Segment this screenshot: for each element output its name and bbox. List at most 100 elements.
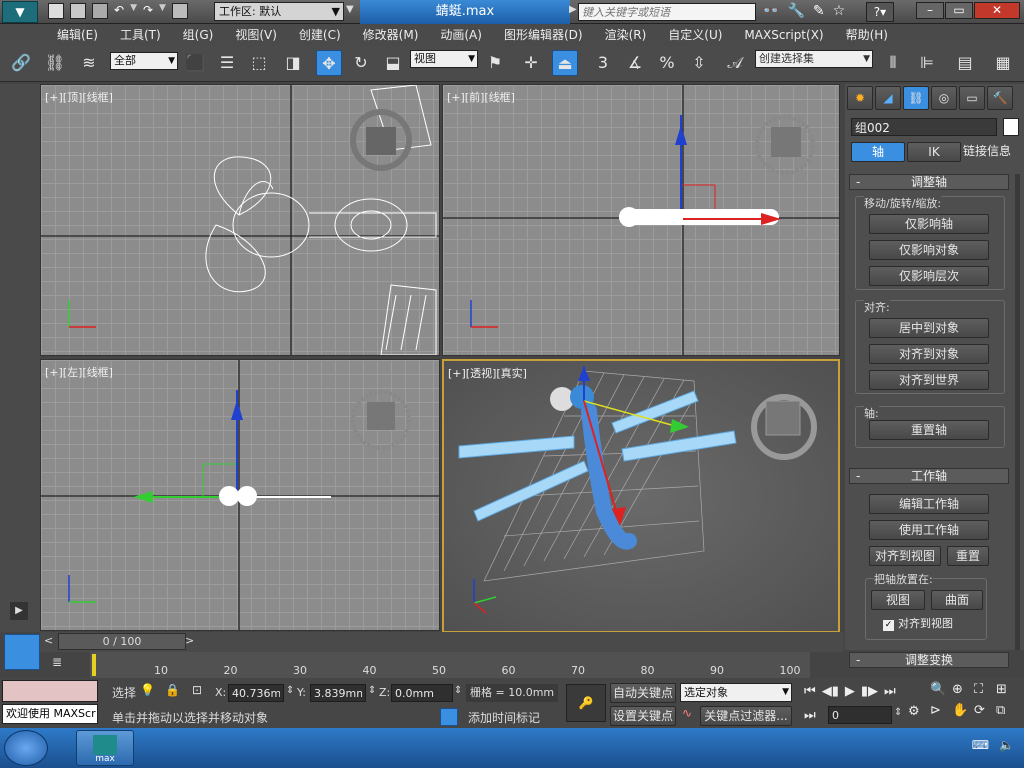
zoom-extents-all-icon[interactable]: ⊞: [996, 682, 1018, 697]
edit-working-pivot-button[interactable]: 编辑工作轴: [869, 494, 989, 514]
maximize-button[interactable]: ▭: [945, 2, 973, 19]
viewport-left[interactable]: [+][左][线框]: [40, 359, 440, 631]
align-icon[interactable]: ⊫: [914, 50, 940, 76]
undo-icon[interactable]: ↶: [114, 3, 124, 19]
align-to-object-button[interactable]: 对齐到对象: [869, 344, 989, 364]
menu-item[interactable]: 渲染(R): [594, 27, 658, 43]
layer-manager-icon[interactable]: ▤: [952, 50, 978, 76]
search-expand-icon[interactable]: ▶: [569, 4, 577, 15]
undo-dropdown-icon[interactable]: ▼: [130, 3, 137, 19]
keyboard-shortcut-override-icon[interactable]: ⏏: [552, 50, 578, 76]
checkbox-checked-icon[interactable]: ✓: [883, 620, 894, 631]
graphite-icon[interactable]: ▦: [990, 50, 1016, 76]
next-frame-icon[interactable]: >: [185, 634, 194, 647]
quick-access-dropdown-icon[interactable]: ▼: [346, 4, 354, 15]
unlink-icon[interactable]: ⛓: [42, 50, 68, 76]
lock-icon[interactable]: 🔒: [165, 683, 180, 697]
link-info-tab[interactable]: 链接信息: [963, 142, 1023, 162]
search-input[interactable]: [578, 3, 756, 21]
track-bar[interactable]: 10 20 30 40 50 60 70 80 90 100: [90, 652, 810, 678]
curve-editor-icon[interactable]: ≣: [52, 655, 72, 673]
affect-hierarchy-only-button[interactable]: 仅影响层次: [869, 266, 989, 286]
object-name-field[interactable]: 组002: [851, 118, 997, 136]
menu-item[interactable]: 编辑(E): [46, 27, 109, 43]
time-config-icon[interactable]: ⚙: [908, 704, 920, 719]
maxscript-listener[interactable]: [2, 680, 98, 702]
viewport-top[interactable]: [+][顶][线框]: [40, 84, 440, 356]
use-working-pivot-button[interactable]: 使用工作轴: [869, 520, 989, 540]
bind-spacewarp-icon[interactable]: ≋: [76, 50, 102, 76]
place-surface-button[interactable]: 曲面: [931, 590, 983, 610]
project-folder-icon[interactable]: [171, 3, 188, 19]
binoculars-icon[interactable]: 👓: [762, 3, 779, 19]
zoom-icon[interactable]: 🔍: [930, 682, 952, 697]
play-icon[interactable]: ▶: [845, 684, 855, 699]
time-slider-thumb[interactable]: 0 / 100: [58, 633, 186, 650]
key-filters-button[interactable]: 关键点过滤器...: [700, 706, 792, 726]
y-coordinate-input[interactable]: [310, 684, 366, 702]
frame-spinner-icon[interactable]: ⇕: [894, 707, 902, 718]
selection-filter-dropdown[interactable]: 全部 ▼: [110, 52, 178, 70]
workspace-dropdown[interactable]: 工作区: 默认 ▼: [214, 2, 344, 21]
app-logo[interactable]: ▼: [2, 1, 38, 23]
auto-key-button[interactable]: 自动关键点: [610, 683, 676, 703]
menu-item[interactable]: 创建(C): [288, 27, 352, 43]
panel-scrollbar[interactable]: [1015, 174, 1020, 650]
mirror-icon[interactable]: ⫴: [880, 50, 906, 76]
star-icon[interactable]: ☆: [833, 3, 846, 19]
reset-button[interactable]: 重置: [947, 546, 989, 566]
adjust-transform-rollout[interactable]: - 调整变换: [849, 652, 1009, 668]
y-spinner-icon[interactable]: ⇕: [368, 685, 376, 696]
working-pivot-rollout[interactable]: - 工作轴: [849, 468, 1009, 484]
viewport-perspective[interactable]: [+][透视][真实]: [442, 359, 840, 633]
minimize-button[interactable]: –: [916, 2, 944, 19]
select-and-scale-icon[interactable]: ⬓: [380, 50, 406, 76]
hierarchy-tab-icon[interactable]: ⛓: [903, 86, 929, 110]
zoom-all-icon[interactable]: ⊕: [952, 682, 974, 697]
adjust-pivot-rollout[interactable]: - 调整轴: [849, 174, 1009, 190]
menu-item[interactable]: 动画(A): [429, 27, 493, 43]
menu-item[interactable]: 组(G): [172, 27, 225, 43]
key-icon[interactable]: 🔧: [787, 3, 804, 19]
reset-pivot-button[interactable]: 重置轴: [869, 420, 989, 440]
z-spinner-icon[interactable]: ⇕: [454, 685, 462, 696]
ref-coord-dropdown[interactable]: 视图 ▼: [410, 50, 478, 68]
percent-snap-icon[interactable]: %: [654, 50, 680, 76]
key-filters-icon[interactable]: ∿: [682, 706, 692, 720]
new-file-icon[interactable]: [48, 3, 64, 19]
viewport-layout-button[interactable]: [4, 634, 40, 670]
go-to-start-icon[interactable]: ⏮: [804, 684, 816, 699]
menu-item[interactable]: MAXScript(X): [733, 27, 834, 43]
maxscript-mini-listener[interactable]: 欢迎使用 MAXScr: [2, 704, 98, 724]
isolate-selection-icon[interactable]: [440, 708, 458, 726]
motion-tab-icon[interactable]: ◎: [931, 86, 957, 110]
center-to-object-button[interactable]: 居中到对象: [869, 318, 989, 338]
go-to-end-icon[interactable]: ⏭: [884, 684, 896, 699]
close-button[interactable]: ✕: [974, 2, 1020, 19]
save-file-icon[interactable]: [92, 3, 108, 19]
pan-icon[interactable]: ✋: [952, 703, 974, 718]
set-key-button[interactable]: 设置关键点: [610, 706, 676, 726]
previous-frame-icon[interactable]: ◀▮: [822, 684, 839, 699]
pivot-tab[interactable]: 轴: [851, 142, 905, 162]
menu-item[interactable]: 图形编辑器(D): [493, 27, 594, 43]
expand-arrow-icon[interactable]: ▶: [10, 602, 28, 620]
taskbar-3dsmax-app[interactable]: max: [76, 730, 134, 766]
align-to-view-checkbox[interactable]: ✓ 对齐到视图: [883, 615, 953, 631]
affect-pivot-only-button[interactable]: 仅影响轴: [869, 214, 989, 234]
transform-type-in-icon[interactable]: ⊡: [192, 683, 202, 697]
menu-item[interactable]: 自定义(U): [657, 27, 733, 43]
snaps-toggle-icon[interactable]: 3: [590, 50, 616, 76]
select-by-name-icon[interactable]: ☰: [214, 50, 240, 76]
start-button[interactable]: [4, 730, 48, 766]
select-manipulate-icon[interactable]: ✛: [518, 50, 544, 76]
place-view-button[interactable]: 视图: [871, 590, 925, 610]
time-slider[interactable]: < 0 / 100 >: [40, 632, 844, 652]
key-mode-dropdown[interactable]: 选定对象 ▼: [680, 683, 792, 702]
select-object-icon[interactable]: ⬛: [182, 50, 208, 76]
window-crossing-icon[interactable]: ◨: [280, 50, 306, 76]
rectangular-selection-icon[interactable]: ⬚: [246, 50, 272, 76]
maximize-viewport-icon[interactable]: ⧉: [996, 703, 1018, 718]
x-coordinate-input[interactable]: [228, 684, 284, 702]
menu-item[interactable]: 视图(V): [224, 27, 288, 43]
